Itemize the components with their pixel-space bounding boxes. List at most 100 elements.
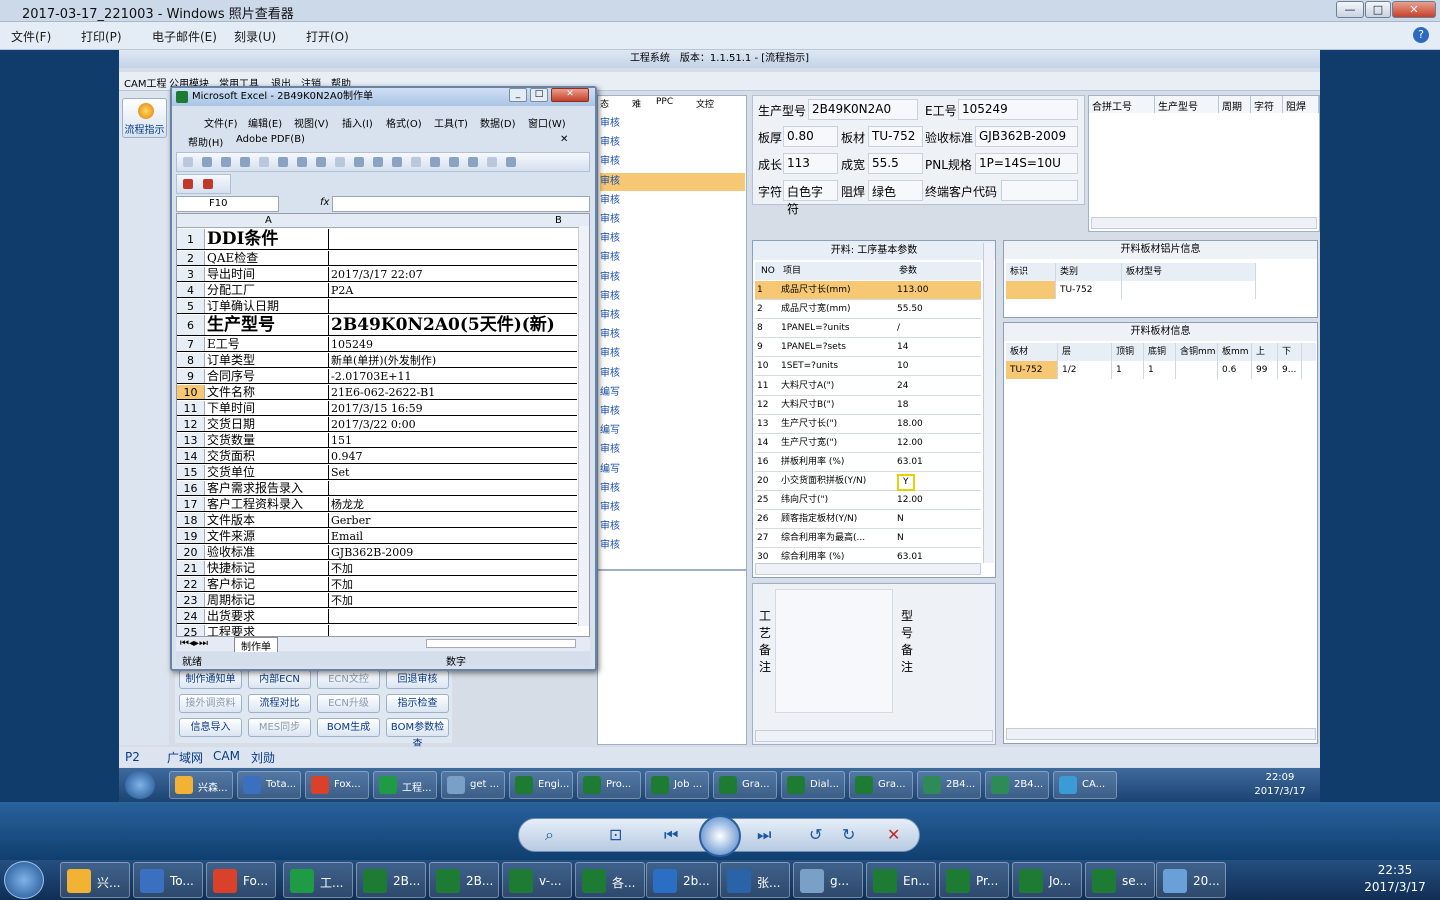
- row-number[interactable]: 1: [177, 229, 205, 249]
- cell-a[interactable]: 文件名称: [207, 385, 329, 399]
- previous-icon[interactable]: ⏮: [664, 825, 678, 845]
- cell-b[interactable]: Set: [331, 465, 577, 479]
- table-row[interactable]: 23 周期标记 不加: [177, 593, 577, 608]
- row-number[interactable]: 13: [177, 433, 205, 447]
- list-item[interactable]: 审核: [600, 269, 745, 287]
- cell-a[interactable]: 工程要求: [207, 625, 329, 636]
- cell-b[interactable]: GJB362B-2009: [331, 545, 577, 559]
- toolbar-icon[interactable]: [278, 157, 288, 167]
- cell-b[interactable]: Gerber: [331, 513, 577, 527]
- table-row[interactable]: 22 客户标记 不加: [177, 577, 577, 592]
- table-row[interactable]: 3 导出时间 2017/3/17 22:07: [177, 267, 577, 282]
- standard-field[interactable]: GJB362B-2009: [975, 126, 1078, 147]
- action-button[interactable]: 内部ECN: [248, 670, 311, 689]
- excel-close-button[interactable]: ✕: [551, 88, 589, 102]
- cell-a[interactable]: DDI条件: [207, 229, 329, 249]
- param-value[interactable]: 55.50: [897, 300, 923, 319]
- param-row[interactable]: 10 1SET=?units 10: [755, 357, 981, 377]
- cell-a[interactable]: 订单类型: [207, 353, 329, 367]
- inner-task-button[interactable]: Gra...: [849, 771, 913, 799]
- table-row[interactable]: 21 快捷标记 不加: [177, 561, 577, 576]
- table-row[interactable]: 13 交货数量 151: [177, 433, 577, 448]
- task-button[interactable]: 2B...: [356, 862, 426, 898]
- spreadsheet-grid[interactable]: A B 1 DDI条件 2 QAE检查 3 导出时间 2017/3/17 22:07 4 分配工…: [176, 213, 590, 637]
- param-value[interactable]: N: [897, 510, 904, 529]
- formula-bar[interactable]: [332, 196, 590, 212]
- param-value[interactable]: 14: [897, 338, 908, 357]
- cell-b[interactable]: 0.947: [331, 449, 577, 463]
- excel-menu-data[interactable]: 数据(D): [480, 115, 516, 130]
- cell-a[interactable]: 合同序号: [207, 369, 329, 383]
- action-button[interactable]: 指示检查: [386, 694, 449, 713]
- list-item[interactable]: 审核: [600, 326, 745, 344]
- maximize-button[interactable]: □: [1365, 1, 1391, 18]
- cell-b[interactable]: [331, 481, 577, 495]
- excel-menu-insert[interactable]: 插入(I): [342, 115, 373, 130]
- action-button[interactable]: 流程对比: [248, 694, 311, 713]
- toolbar-icon[interactable]: [316, 157, 326, 167]
- cell-b[interactable]: 2017/3/15 16:59: [331, 401, 577, 415]
- cell-a[interactable]: 生产型号: [207, 315, 329, 335]
- status-plant[interactable]: P2: [125, 750, 140, 764]
- width-field[interactable]: 55.5: [868, 153, 923, 174]
- material-field[interactable]: TU-752: [868, 126, 923, 147]
- mask-field[interactable]: 绿色: [868, 180, 923, 201]
- list-item[interactable]: 审核: [600, 192, 745, 210]
- table-row[interactable]: 25 工程要求: [177, 625, 577, 636]
- action-button[interactable]: BOM生成: [317, 718, 380, 737]
- cell-a[interactable]: 订单确认日期: [207, 299, 329, 313]
- row-number[interactable]: 5: [177, 299, 205, 313]
- row-number[interactable]: 21: [177, 561, 205, 575]
- cell-b[interactable]: 不加: [331, 561, 577, 575]
- excel-menu-window[interactable]: 窗口(W): [528, 115, 566, 130]
- list-item[interactable]: 审核: [600, 345, 745, 363]
- row-number[interactable]: 15: [177, 465, 205, 479]
- row-number[interactable]: 22: [177, 577, 205, 591]
- toolbar-icon[interactable]: [297, 157, 307, 167]
- table-row[interactable]: 14 交货面积 0.947: [177, 449, 577, 464]
- inner-task-button[interactable]: 工程...: [373, 771, 437, 799]
- list-item[interactable]: 审核: [600, 518, 745, 536]
- row-number[interactable]: 2: [177, 251, 205, 265]
- task-button[interactable]: To...: [133, 862, 203, 898]
- table-row[interactable]: 12 交货日期 2017/3/22 0:00: [177, 417, 577, 432]
- table-row[interactable]: 19 文件来源 Email: [177, 529, 577, 544]
- cell-a[interactable]: 客户需求报告录入: [207, 481, 329, 495]
- cell-a[interactable]: 验收标准: [207, 545, 329, 559]
- combine-scrollbar[interactable]: [1091, 217, 1317, 229]
- row-number[interactable]: 23: [177, 593, 205, 607]
- sheet-row[interactable]: TU-752 1/2 1 1 0.6 99 9...: [1006, 361, 1316, 379]
- cell-b[interactable]: -2.01703E+11: [331, 369, 577, 383]
- table-row[interactable]: 18 文件版本 Gerber: [177, 513, 577, 528]
- param-value[interactable]: /: [897, 319, 900, 338]
- toolbar-icon[interactable]: [354, 157, 364, 167]
- table-row[interactable]: 6 生产型号 2B49K0N2A0(5天件)(新): [177, 315, 577, 336]
- cell-a[interactable]: 出货要求: [207, 609, 329, 623]
- list-item[interactable]: 审核: [600, 134, 745, 152]
- row-number[interactable]: 4: [177, 283, 205, 297]
- param-value[interactable]: 18.00: [897, 415, 923, 434]
- row-number[interactable]: 9: [177, 369, 205, 383]
- list-item[interactable]: 编写: [600, 422, 745, 440]
- list-item[interactable]: 审核: [600, 153, 745, 171]
- inner-task-button[interactable]: Pro...: [577, 771, 641, 799]
- list-item[interactable]: 审核: [600, 172, 745, 191]
- excel-menu-adobe[interactable]: Adobe PDF(B): [236, 134, 305, 145]
- param-row[interactable]: 9 1PANEL=?sets 14: [755, 338, 981, 358]
- lamp-row[interactable]: TU-752: [1006, 281, 1256, 299]
- action-button[interactable]: 信息导入: [179, 718, 242, 737]
- inner-task-button[interactable]: Gra...: [713, 771, 777, 799]
- e-number-field[interactable]: 105249: [958, 99, 1078, 120]
- param-value[interactable]: Y: [897, 474, 915, 491]
- param-row[interactable]: 16 拼板利用率 (%) 63.01: [755, 453, 981, 472]
- task-button[interactable]: 2B...: [429, 862, 499, 898]
- menu-print[interactable]: 打印(P): [81, 28, 122, 45]
- excel-close-doc-icon[interactable]: ✕: [560, 134, 568, 145]
- cell-b[interactable]: [331, 299, 577, 313]
- cell-a[interactable]: 分配工厂: [207, 283, 329, 297]
- cell-b[interactable]: 不加: [331, 577, 577, 591]
- cell-a[interactable]: 周期标记: [207, 593, 329, 607]
- cell-b[interactable]: 杨龙龙: [331, 497, 577, 511]
- table-row[interactable]: 2 QAE检查: [177, 251, 577, 266]
- excel-menu-tools[interactable]: 工具(T): [434, 115, 468, 130]
